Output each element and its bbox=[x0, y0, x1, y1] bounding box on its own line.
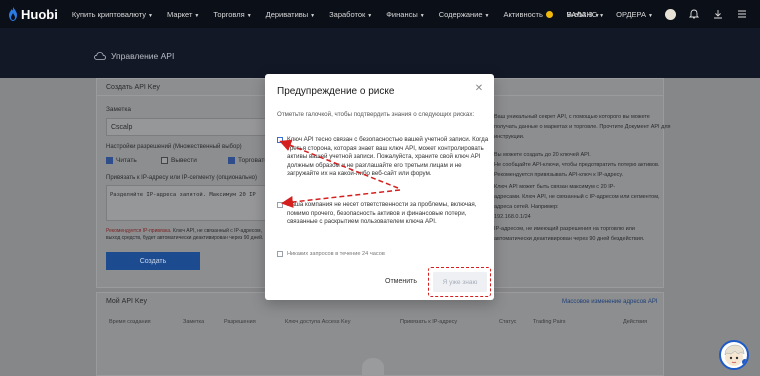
perm-withdraw-label: Вывести bbox=[171, 157, 197, 164]
api-note-line: получать данные о маркетах и торговле. П… bbox=[494, 124, 671, 130]
ip-label: Привязать к IP-адресу или IP-сегменту (о… bbox=[106, 175, 257, 181]
no-prompt-24h[interactable]: Никаких запросов в течение 24 часов bbox=[277, 250, 492, 259]
ip-textarea[interactable] bbox=[106, 185, 266, 221]
api-note-line: Ваш уникальный секрет API, с помощью кот… bbox=[494, 114, 650, 120]
risk-item-2-checkbox[interactable] bbox=[277, 202, 283, 208]
note-label: Заметка bbox=[106, 106, 131, 113]
nav-item-7[interactable]: Активность bbox=[503, 10, 553, 19]
perm-withdraw-checkbox[interactable] bbox=[161, 157, 168, 164]
nav-balance[interactable]: БАЛАНС ▼ bbox=[566, 10, 604, 19]
coin-icon bbox=[545, 11, 553, 19]
cancel-button[interactable]: Отменить bbox=[385, 278, 417, 285]
top-nav: Huobi Купить криптовалюту ▼ Маркет ▼ Торговл… bbox=[0, 0, 760, 28]
risk-item-1[interactable]: Ключ API тесно связан с безопасностью ва… bbox=[277, 136, 492, 179]
api-note-line: 192.168.0.1/24 bbox=[494, 214, 531, 220]
modal-title: Предупреждение о риске bbox=[277, 86, 395, 97]
logo-text: Huobi bbox=[21, 6, 58, 22]
table-column-header: Ключ доступа Access Key bbox=[285, 319, 351, 325]
table-column-header: Действия bbox=[623, 319, 648, 325]
menu-icon[interactable] bbox=[736, 8, 748, 20]
nav-item-5[interactable]: Финансы ▼ bbox=[386, 10, 424, 19]
risk-item-1-checkbox[interactable] bbox=[277, 137, 283, 143]
risk-warning-modal: Предупреждение о риске ✕ Отметьте галочк… bbox=[265, 74, 494, 300]
perm-read-checkbox[interactable] bbox=[106, 157, 113, 164]
page-title: Управление API bbox=[94, 51, 174, 61]
api-note-line: адресами. Ключ API, не связанный с IP-ад… bbox=[494, 194, 660, 200]
chevron-down-icon: ▼ bbox=[148, 12, 153, 19]
ip-warning-line2: выход средств, будет автоматически деакт… bbox=[106, 235, 264, 241]
create-api-title: Создать API Key bbox=[106, 84, 160, 91]
table-column-header: Разрешения bbox=[224, 319, 256, 325]
my-api-keys-title: Мой API Key bbox=[106, 298, 147, 305]
create-button[interactable]: Создать bbox=[106, 252, 200, 270]
close-icon[interactable]: ✕ bbox=[474, 84, 484, 94]
support-chat-button[interactable] bbox=[719, 340, 749, 370]
nav-item-6[interactable]: Содержание ▼ bbox=[439, 10, 490, 19]
ip-placeholder: Разделяйте IP-адреса запятой. Максимум 2… bbox=[110, 192, 256, 198]
chevron-down-icon: ▼ bbox=[419, 12, 425, 19]
table-column-header: Trading Pairs bbox=[533, 319, 566, 325]
api-note-line: Не сообщайте API-ключи, чтобы предотврат… bbox=[494, 162, 660, 168]
user-avatar[interactable] bbox=[665, 8, 676, 20]
table-column-header: Привязать к IP-адресу bbox=[400, 319, 458, 325]
perm-read-label: Читать bbox=[116, 157, 137, 164]
download-icon[interactable] bbox=[712, 8, 724, 20]
nav-menu: Купить криптовалюту ▼ Маркет ▼ Торговля ▼ Дери… bbox=[72, 10, 614, 19]
chevron-down-icon: ▼ bbox=[484, 12, 490, 19]
table-column-header: Время создания bbox=[109, 319, 151, 325]
api-note-line: IP-адресом, не имеющий разрешения на тор… bbox=[494, 226, 635, 232]
chevron-down-icon: ▼ bbox=[367, 12, 373, 19]
nav-item-2[interactable]: Торговля ▼ bbox=[213, 10, 251, 19]
nav-item-1[interactable]: Маркет ▼ bbox=[167, 10, 199, 19]
risk-item-2[interactable]: Наша компания не несет ответственности з… bbox=[277, 201, 492, 227]
risk-item-1-text: Ключ API тесно связан с безопасностью ва… bbox=[287, 136, 489, 178]
flame-icon bbox=[9, 7, 17, 21]
api-note-line: Ключ API может быть связан максимум с 20… bbox=[494, 184, 616, 190]
chevron-down-icon: ▼ bbox=[246, 12, 252, 19]
nav-item-4[interactable]: Заработок ▼ bbox=[329, 10, 372, 19]
nav-item-0[interactable]: Купить криптовалюту ▼ bbox=[72, 10, 153, 19]
bell-icon[interactable] bbox=[688, 8, 700, 20]
chevron-down-icon: ▼ bbox=[310, 12, 316, 19]
perm-trade-checkbox[interactable] bbox=[228, 157, 235, 164]
api-note-line: Вы можете создать до 20 ключей API. bbox=[494, 152, 591, 158]
annotation-highlight-box bbox=[428, 267, 491, 297]
nav-orders[interactable]: ОРДЕРА ▼ bbox=[616, 10, 653, 19]
cloud-icon bbox=[94, 52, 106, 60]
api-note-line: инструкции. bbox=[494, 134, 525, 140]
permissions-label: Настройки разрешений (Множественный выбо… bbox=[106, 144, 242, 150]
no-prompt-24h-text: Никаких запросов в течение 24 часов bbox=[287, 251, 385, 257]
risk-item-2-text: Наша компания не несет ответственности з… bbox=[287, 201, 477, 226]
no-prompt-24h-checkbox[interactable] bbox=[277, 251, 283, 257]
table-column-header: Заметка bbox=[183, 319, 205, 325]
table-column-header: Статус bbox=[499, 319, 517, 325]
nav-item-3[interactable]: Деривативы ▼ bbox=[266, 10, 315, 19]
api-note-line: автоматически деактивирован через 90 дне… bbox=[494, 236, 645, 242]
huobi-logo[interactable]: Huobi bbox=[8, 7, 58, 22]
api-note-line: адреса сетей. Например: bbox=[494, 204, 559, 210]
chevron-down-icon: ▼ bbox=[194, 12, 200, 19]
empty-state-illustration bbox=[362, 358, 384, 376]
api-note-line: Рекомендуется привязывать API-ключ к IP-… bbox=[494, 172, 624, 178]
bulk-edit-link[interactable]: Массовое изменение адресов API bbox=[562, 299, 658, 305]
perm-trade-label: Торговать bbox=[238, 157, 268, 164]
note-value: Cscalp bbox=[111, 124, 133, 131]
ip-warning: Рекомендуется IP-привязка. Ключ API, не … bbox=[106, 228, 262, 234]
modal-intro: Отметьте галочкой, чтобы подтвердить зна… bbox=[277, 111, 475, 118]
nav-right: БАЛАНС ▼ ОРДЕРА ▼ bbox=[566, 0, 760, 28]
